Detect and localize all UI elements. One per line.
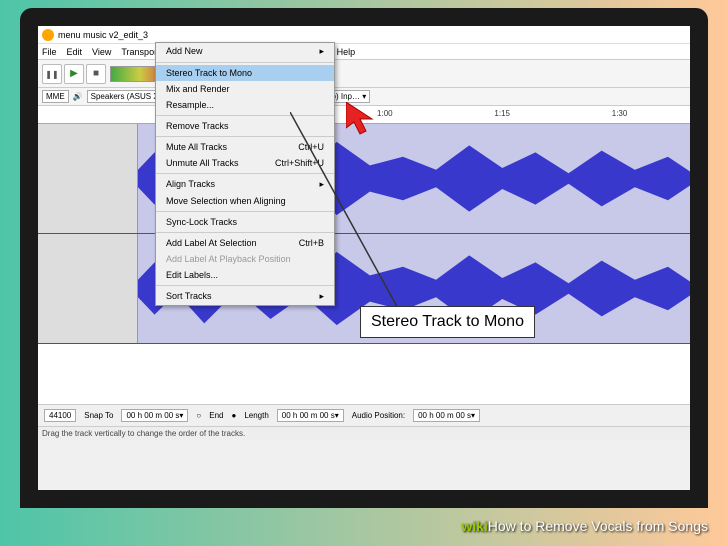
menu-separator: [156, 62, 334, 63]
selection-start-field[interactable]: 00 h 00 m 00 s▾: [121, 409, 188, 422]
menu-separator: [156, 232, 334, 233]
length-radio[interactable]: Length: [244, 411, 268, 420]
stop-icon: [93, 68, 99, 79]
toolbar: -24 0: [38, 60, 690, 88]
menu-edit[interactable]: Edit: [67, 47, 83, 57]
ruler-mark: 1:15: [494, 109, 510, 118]
menu-separator: [156, 211, 334, 212]
menu-separator: [156, 115, 334, 116]
transport-buttons: [42, 64, 106, 84]
menu-file[interactable]: File: [42, 47, 57, 57]
menu-item-add-label-at-playback-position: Add Label At Playback Position: [156, 251, 334, 267]
window-title: menu music v2_edit_3: [58, 30, 148, 40]
end-radio[interactable]: End: [209, 411, 223, 420]
menu-separator: [156, 173, 334, 174]
speaker-icon: 🔊: [73, 92, 83, 101]
audio-position-field[interactable]: 00 h 00 m 00 s▾: [413, 409, 480, 422]
statusbar: Drag the track vertically to change the …: [38, 426, 690, 440]
wikihow-caption: wikiHow to Remove Vocals from Songs: [461, 518, 708, 534]
empty-area: [38, 344, 690, 404]
audio-position-label: Audio Position:: [352, 411, 405, 420]
project-rate-select[interactable]: 44100: [44, 409, 76, 422]
titlebar: menu music v2_edit_3: [38, 26, 690, 44]
caption-how: How: [488, 518, 516, 534]
menu-view[interactable]: View: [92, 47, 111, 57]
cursor-arrow-icon: [346, 102, 382, 138]
stop-button[interactable]: [86, 64, 106, 84]
screen: menu music v2_edit_3 File Edit View Transpo…: [38, 26, 690, 490]
menu-separator: [156, 136, 334, 137]
selection-end-field[interactable]: 00 h 00 m 00 s▾: [277, 409, 344, 422]
menu-item-edit-labels-[interactable]: Edit Labels...: [156, 267, 334, 283]
menu-transport[interactable]: Transport: [121, 47, 159, 57]
menu-item-add-label-at-selection[interactable]: Add Label At SelectionCtrl+B: [156, 235, 334, 251]
menu-separator: [156, 285, 334, 286]
callout-text: Stereo Track to Mono: [371, 313, 524, 330]
menu-item-stereo-track-to-mono[interactable]: Stereo Track to Mono: [156, 65, 334, 81]
caption-rest: to Remove Vocals from Songs: [516, 518, 708, 534]
menu-item-resample-[interactable]: Resample...: [156, 97, 334, 113]
menu-item-add-new[interactable]: Add New▸: [156, 43, 334, 60]
play-button[interactable]: [64, 64, 84, 84]
snap-to-label: Snap To: [84, 411, 113, 420]
track-header[interactable]: [38, 234, 138, 343]
menu-item-sync-lock-tracks[interactable]: Sync-Lock Tracks: [156, 214, 334, 230]
menubar[interactable]: FileEditViewTransportTracksGenerateEffec…: [38, 44, 690, 60]
callout-box: Stereo Track to Mono: [360, 306, 535, 338]
menu-item-mix-and-render[interactable]: Mix and Render: [156, 81, 334, 97]
status-text: Drag the track vertically to change the …: [42, 429, 245, 438]
pause-icon: [45, 69, 58, 79]
menu-item-move-selection-when-aligning[interactable]: Move Selection when Aligning: [156, 193, 334, 209]
monitor-frame: menu music v2_edit_3 File Edit View Transpo…: [20, 8, 708, 508]
menu-item-unmute-all-tracks[interactable]: Unmute All TracksCtrl+Shift+U: [156, 155, 334, 171]
menu-item-sort-tracks[interactable]: Sort Tracks▸: [156, 288, 334, 305]
track-row: [38, 124, 690, 234]
ruler-mark: 1:30: [612, 109, 628, 118]
menu-item-mute-all-tracks[interactable]: Mute All TracksCtrl+U: [156, 139, 334, 155]
host-select[interactable]: MME: [42, 90, 69, 103]
caption-wiki: wiki: [461, 518, 487, 534]
menu-item-remove-tracks[interactable]: Remove Tracks: [156, 118, 334, 134]
track-header[interactable]: [38, 124, 138, 233]
pause-button[interactable]: [42, 64, 62, 84]
play-icon: [70, 68, 78, 79]
selection-toolbar: 44100 Snap To 00 h 00 m 00 s▾ ○End ●Leng…: [38, 404, 690, 426]
menu-help[interactable]: Help: [337, 47, 356, 57]
tracks-menu-dropdown: Add New▸ Stereo Track to MonoMix and Rend…: [155, 42, 335, 306]
app-icon: [42, 29, 54, 41]
menu-item-align-tracks[interactable]: Align Tracks▸: [156, 176, 334, 193]
